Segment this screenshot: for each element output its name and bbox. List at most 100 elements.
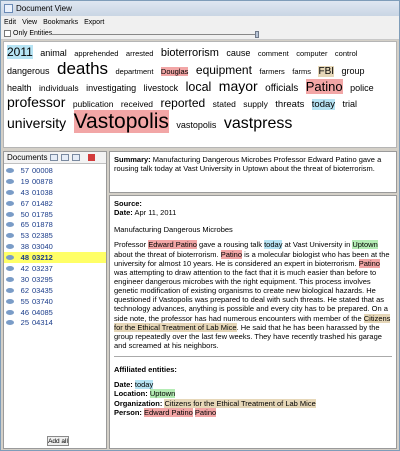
window-title: Document View [16, 4, 72, 13]
cloud-word[interactable]: investigating [86, 83, 136, 93]
menu-export[interactable]: Export [84, 19, 104, 26]
cloud-word[interactable]: police [350, 83, 374, 93]
document-row[interactable]: 48 03212 [4, 252, 106, 264]
cloud-word[interactable]: bioterrorism [161, 47, 219, 59]
document-row[interactable]: 57 00008 [4, 165, 106, 176]
eye-icon[interactable] [6, 211, 14, 217]
eye-icon[interactable] [6, 265, 14, 271]
cloud-word[interactable]: officials [265, 83, 298, 94]
cloud-word[interactable]: threats [275, 99, 304, 110]
cloud-word[interactable]: health [7, 83, 32, 93]
document-id: 03740 [32, 296, 53, 306]
cloud-word[interactable]: comment [258, 49, 289, 58]
document-row[interactable]: 30 03295 [4, 274, 106, 285]
link-icon[interactable] [61, 154, 70, 161]
document-id: 01038 [32, 187, 53, 197]
entity-highlight[interactable]: Uptown [352, 240, 378, 250]
eye-icon[interactable] [6, 298, 14, 304]
document-row[interactable]: 25 04314 [4, 317, 106, 328]
cloud-word[interactable]: animal [40, 48, 67, 58]
cloud-word[interactable]: stated [213, 99, 236, 109]
document-row[interactable]: 19 00878 [4, 176, 106, 187]
eye-icon[interactable] [6, 233, 14, 239]
cloud-word[interactable]: apprehended [74, 49, 118, 58]
eye-icon[interactable] [6, 309, 14, 315]
cloud-word[interactable]: computer [296, 49, 327, 58]
cloud-word[interactable]: received [121, 99, 153, 109]
cloud-word[interactable]: mayor [219, 78, 258, 94]
entity-highlight[interactable]: Patino [220, 249, 243, 259]
cloud-word[interactable]: vastpress [224, 115, 292, 132]
slider-thumb[interactable] [255, 31, 259, 38]
threshold-slider[interactable] [49, 31, 259, 38]
cloud-word[interactable]: reported [161, 96, 206, 110]
eye-icon[interactable] [6, 222, 14, 228]
document-count: 62 [20, 285, 29, 295]
cloud-word[interactable]: dangerous [7, 66, 50, 76]
cloud-word[interactable]: today [311, 98, 336, 110]
document-id: 00878 [32, 176, 53, 186]
document-row[interactable]: 67 01482 [4, 198, 106, 209]
cloud-word[interactable]: cause [226, 48, 250, 58]
eye-icon[interactable] [6, 255, 14, 261]
cloud-word[interactable]: farmers [259, 67, 284, 76]
cloud-word[interactable]: arrested [126, 49, 154, 58]
entity-value[interactable]: Patino [194, 407, 217, 417]
menu-edit[interactable]: Edit [4, 19, 16, 26]
cloud-word[interactable]: livestock [144, 83, 179, 93]
cloud-word[interactable]: trial [343, 99, 358, 109]
affiliated-entities-label: Affiliated entities: [114, 365, 392, 374]
document-row[interactable]: 53 02385 [4, 230, 106, 241]
entity-highlight[interactable]: Patino [358, 258, 380, 268]
list-icon[interactable] [72, 154, 81, 161]
entity-value[interactable]: Edward Patino [144, 407, 193, 417]
eye-icon[interactable] [6, 189, 14, 195]
eye-toggle-icon[interactable] [50, 154, 59, 161]
cloud-word[interactable]: Douglas [160, 67, 189, 77]
menu-bookmarks[interactable]: Bookmarks [43, 19, 78, 26]
entity-highlight[interactable]: today [264, 240, 283, 250]
cloud-word[interactable]: deaths [57, 59, 108, 78]
cloud-word[interactable]: control [335, 49, 358, 58]
document-row[interactable]: 65 01878 [4, 219, 106, 230]
eye-icon[interactable] [6, 276, 14, 282]
cloud-word[interactable]: group [341, 66, 364, 76]
entity-value[interactable]: today [134, 380, 154, 390]
menu-view[interactable]: View [22, 19, 37, 26]
cloud-word[interactable]: supply [243, 99, 268, 109]
affiliated-label: Affiliated entities: [114, 365, 177, 375]
document-row[interactable]: 55 03740 [4, 296, 106, 307]
document-row[interactable]: 62 03435 [4, 285, 106, 296]
document-row[interactable]: 42 03237 [4, 263, 106, 274]
document-row[interactable]: 43 01038 [4, 187, 106, 198]
cloud-word[interactable]: publication [73, 99, 114, 109]
cloud-word[interactable]: university [7, 115, 66, 131]
cloud-word[interactable]: vastopolis [176, 120, 216, 130]
document-count: 38 [20, 242, 29, 252]
cloud-word[interactable]: 2011 [7, 45, 33, 59]
add-all-button[interactable]: Add all [47, 436, 69, 446]
eye-icon[interactable] [6, 167, 14, 173]
cloud-word[interactable]: local [186, 80, 212, 94]
entity-value[interactable]: Uptown [149, 389, 176, 399]
document-row[interactable]: 38 03040 [4, 241, 106, 252]
cloud-word[interactable]: professor [7, 94, 65, 110]
entity-value[interactable]: Citizens for the Ethical Treatment of La… [164, 398, 316, 408]
cloud-word[interactable]: equipment [196, 63, 252, 77]
cloud-word[interactable]: farms [292, 67, 311, 76]
eye-icon[interactable] [6, 200, 14, 206]
entity-highlight[interactable]: Edward Patino [148, 240, 197, 250]
cloud-word[interactable]: individuals [39, 83, 79, 93]
cloud-word[interactable]: Vastopolis [73, 110, 169, 134]
cloud-word[interactable]: FBI [318, 66, 335, 78]
eye-icon[interactable] [6, 287, 14, 293]
only-entities-checkbox[interactable] [4, 30, 11, 37]
eye-icon[interactable] [6, 320, 14, 326]
eye-icon[interactable] [6, 244, 14, 250]
cloud-word[interactable]: department [116, 67, 154, 76]
eye-icon[interactable] [6, 178, 14, 184]
cloud-word[interactable]: Patino [305, 78, 343, 94]
document-row[interactable]: 46 04085 [4, 307, 106, 318]
close-icon[interactable] [88, 154, 96, 161]
document-row[interactable]: 50 01785 [4, 209, 106, 220]
